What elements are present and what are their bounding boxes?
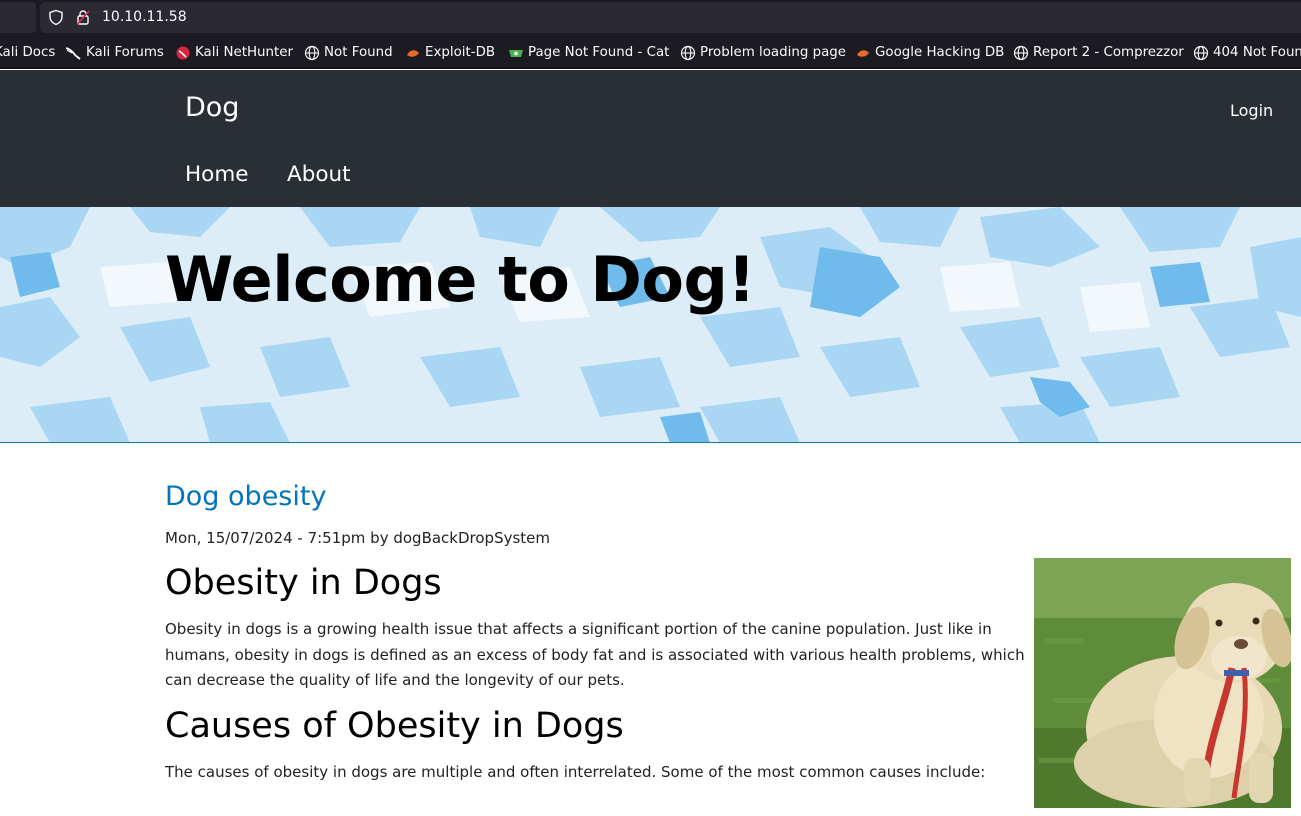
site-header: Dog Login Home About bbox=[0, 70, 1301, 207]
url-text[interactable]: 10.10.11.58 bbox=[102, 8, 187, 26]
bookmark-google-hacking-db[interactable]: Google Hacking DB bbox=[875, 44, 1004, 62]
shield-icon[interactable] bbox=[48, 9, 64, 26]
globe-icon bbox=[1013, 45, 1029, 61]
nav-about-link[interactable]: About bbox=[287, 161, 351, 189]
globe-icon bbox=[1193, 45, 1209, 61]
article-date: Mon, 15/07/2024 - 7:51pm bbox=[165, 529, 366, 547]
browser-toolbar: 10.10.11.58 bbox=[0, 0, 1301, 35]
url-bar[interactable]: 10.10.11.58 bbox=[40, 2, 1301, 33]
back-button[interactable] bbox=[0, 2, 36, 33]
insecure-lock-icon[interactable] bbox=[75, 9, 91, 26]
article-author[interactable]: dogBackDropSystem bbox=[393, 529, 550, 547]
site-name-link[interactable]: Dog bbox=[185, 90, 239, 126]
bookmarks-toolbar: Kali Docs Kali Forums Kali NetHunter Not… bbox=[0, 35, 1301, 69]
bookmark-kali-docs[interactable]: Kali Docs bbox=[0, 44, 55, 62]
bookmark-kali-nethunter[interactable]: Kali NetHunter bbox=[195, 44, 293, 62]
article-meta: Mon, 15/07/2024 - 7:51pm by dogBackDropS… bbox=[165, 528, 550, 548]
bookmark-problem-loading-page[interactable]: Problem loading page bbox=[700, 44, 846, 62]
heading-obesity-in-dogs: Obesity in Dogs bbox=[165, 563, 442, 603]
exploitdb-icon bbox=[857, 50, 869, 57]
bookmark-404-not-found[interactable]: 404 Not Found bbox=[1213, 44, 1301, 62]
paragraph-obesity-intro: Obesity in dogs is a growing health issu… bbox=[165, 620, 1025, 689]
bookmark-page-not-found-cat[interactable]: Page Not Found - Cat bbox=[528, 44, 669, 62]
cat-icon bbox=[509, 50, 523, 57]
article-by: by bbox=[370, 529, 389, 547]
bookmark-kali-forums[interactable]: Kali Forums bbox=[86, 44, 164, 62]
bookmark-not-found[interactable]: Not Found bbox=[324, 44, 393, 62]
nav-home-link[interactable]: Home bbox=[185, 161, 249, 189]
article-title-link[interactable]: Dog obesity bbox=[165, 480, 326, 514]
paragraph-causes-intro: The causes of obesity in dogs are multip… bbox=[165, 763, 986, 781]
exploitdb-icon bbox=[407, 50, 419, 57]
dog-photo bbox=[1034, 558, 1291, 808]
login-link[interactable]: Login bbox=[1230, 101, 1273, 121]
globe-icon bbox=[680, 45, 696, 61]
globe-icon bbox=[304, 45, 320, 61]
hero-banner: Welcome to Dog! bbox=[0, 207, 1301, 443]
kali-icon bbox=[65, 47, 81, 60]
nethunter-icon bbox=[176, 46, 190, 60]
hero-title: Welcome to Dog! bbox=[165, 243, 756, 316]
bookmark-report-2-comprezzor[interactable]: Report 2 - Comprezzor bbox=[1033, 44, 1184, 62]
heading-causes-of-obesity: Causes of Obesity in Dogs bbox=[165, 706, 624, 746]
bookmark-exploit-db[interactable]: Exploit-DB bbox=[425, 44, 495, 62]
